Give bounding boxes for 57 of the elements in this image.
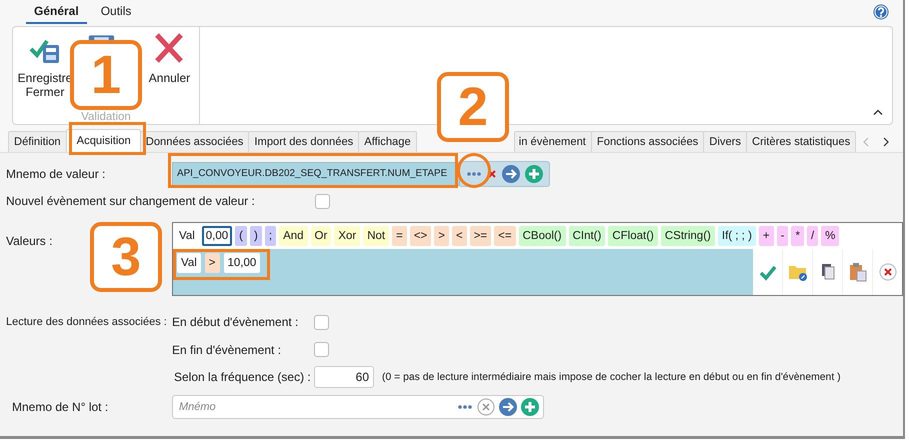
token-button[interactable]: <> <box>410 226 432 246</box>
input-field[interactable]: Mnémo <box>177 400 453 414</box>
token-button[interactable]: Or <box>310 226 332 246</box>
token-button[interactable]: If( ; ; ) <box>718 226 756 246</box>
token-button[interactable]: <= <box>494 226 516 246</box>
ribbon-tab[interactable]: Général <box>26 0 87 24</box>
expression-token[interactable]: > <box>204 253 220 273</box>
token-button[interactable]: < <box>452 226 467 246</box>
field-label: Valeurs : <box>6 233 54 248</box>
tab[interactable]: Données associées <box>140 131 250 152</box>
expression-token[interactable]: 10,00 <box>224 253 260 273</box>
token-button[interactable]: And <box>279 226 308 246</box>
ribbon-button[interactable]: Annuler <box>144 31 195 111</box>
tab[interactable]: Divers <box>703 131 747 152</box>
token-button[interactable]: / <box>806 226 818 246</box>
ribbon-tab[interactable]: Outils <box>92 0 140 24</box>
callout-number: 2 <box>437 72 509 142</box>
tab[interactable]: in évènement <box>514 131 592 152</box>
token-button[interactable]: % <box>821 226 840 246</box>
option-label: En fin d'évènement : <box>172 342 282 356</box>
token-button[interactable]: ; <box>264 226 276 246</box>
token-button[interactable]: * <box>791 226 804 246</box>
note-text: (0 = pas de lecture intermédiaire mais impose de cocher la lecture en début ou en fin d'évènement ) <box>382 372 841 382</box>
token-button[interactable]: + <box>758 226 774 246</box>
expression-area[interactable]: Val > 10,00 <box>173 249 753 295</box>
option-label: En début d'évènement : <box>172 315 300 329</box>
tab[interactable]: Import des données <box>248 131 360 152</box>
number-field[interactable]: 0,00 <box>202 226 232 246</box>
token-button[interactable]: Not <box>363 226 390 246</box>
field-label: Mnemo de valeur : <box>6 166 106 180</box>
field-label: Mnemo de N° lot : <box>11 400 110 414</box>
expression-token[interactable]: Val <box>177 253 201 273</box>
token-button[interactable]: ( <box>235 226 248 246</box>
token-button[interactable]: CBool() <box>518 226 566 246</box>
option-label: Selon la fréquence (sec) : <box>173 370 312 384</box>
tab[interactable]: Définition <box>8 131 67 152</box>
search-field[interactable]: Mnémo <box>172 395 544 419</box>
token-button[interactable]: - <box>776 226 788 246</box>
token-button[interactable]: > <box>434 226 449 246</box>
token-button[interactable]: >= <box>470 226 492 246</box>
field-label: Lecture des données associées : <box>6 316 168 328</box>
callout-number: 3 <box>90 222 162 292</box>
tab[interactable]: Critères statistiques <box>746 131 856 152</box>
tab[interactable]: Affichage <box>358 131 417 152</box>
token-button[interactable]: CString() <box>660 226 715 246</box>
token-button[interactable]: CFloat() <box>608 226 658 246</box>
number-field[interactable]: 60 <box>314 366 374 388</box>
token-button[interactable]: = <box>392 226 407 246</box>
tab[interactable]: Acquisition <box>66 129 141 152</box>
group-label: Validation <box>80 111 132 124</box>
field-label: Nouvel évènement sur changement de valeur : <box>6 194 256 208</box>
token-button[interactable]: Xor <box>334 226 360 246</box>
token-button[interactable]: CInt() <box>568 226 606 246</box>
callout-number: 1 <box>70 40 142 110</box>
input-field[interactable]: API_CONVOYEUR.DB202_SEQ_TRANSFERT.NUM_ETAPE <box>172 162 460 186</box>
tab[interactable]: Fonctions associées <box>590 131 704 152</box>
token-button[interactable]: ) <box>250 226 262 246</box>
